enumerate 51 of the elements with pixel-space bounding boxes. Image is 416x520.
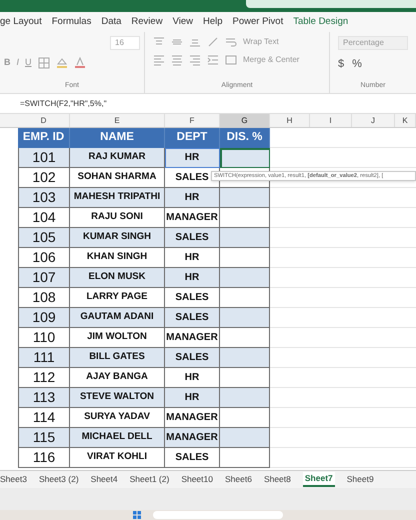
table-cell: 107 (18, 268, 70, 288)
table-cell: SALES (165, 308, 220, 328)
table-cell: LARRY PAGE (70, 288, 165, 308)
table-cell: MANAGER (165, 428, 220, 448)
table-cell: 111 (18, 348, 70, 368)
table-cell: SOHAN SHARMA (70, 168, 165, 188)
table-cell: HR (165, 368, 220, 388)
table-cell: JIM WOLTON (70, 328, 165, 348)
table-header: EMP. ID (18, 128, 70, 148)
table-cell: 114 (18, 408, 70, 428)
table-cell: 108 (18, 288, 70, 308)
table-cell: SALES (165, 348, 220, 368)
table-cell: 115 (18, 428, 70, 448)
table-header: NAME (70, 128, 165, 148)
table-cell: 105 (18, 228, 70, 248)
table-cell: 113 (18, 388, 70, 408)
table-cell: RAJU SONI (70, 208, 165, 228)
table-cell: HR (165, 148, 220, 168)
table-cell: MICHAEL DELL (70, 428, 165, 448)
table-cell: KUMAR SINGH (70, 228, 165, 248)
table-header: DIS. % (220, 128, 270, 148)
table-cell: HR (165, 248, 220, 268)
table-cell: 106 (18, 248, 70, 268)
table-cell: 101 (18, 148, 70, 168)
table-cell: 102 (18, 168, 70, 188)
table-cell: SALES (165, 288, 220, 308)
table-cell: HR (165, 268, 220, 288)
table-cell: MANAGER (165, 408, 220, 428)
table-cell: SALES (165, 228, 220, 248)
table-cell: 103 (18, 188, 70, 208)
table-cell: 110 (18, 328, 70, 348)
table-header: DEPT (165, 128, 220, 148)
table-cell: MANAGER (165, 328, 220, 348)
table-cell: KHAN SINGH (70, 248, 165, 268)
table-cell: RAJ KUMAR (70, 148, 165, 168)
table-cell: HR (165, 388, 220, 408)
table-cell: MAHESH TRIPATHI (70, 188, 165, 208)
table-cell: GAUTAM ADANI (70, 308, 165, 328)
table-cell: MANAGER (165, 208, 220, 228)
table-cell: 109 (18, 308, 70, 328)
table-cell: HR (165, 188, 220, 208)
table-cell: ELON MUSK (70, 268, 165, 288)
table-cell: SALES (165, 448, 220, 468)
table-cell: VIRAT KOHLI (70, 448, 165, 468)
table-cell: STEVE WALTON (70, 388, 165, 408)
table-cell: 116 (18, 448, 70, 468)
table-cell: BILL GATES (70, 348, 165, 368)
table-cell: AJAY BANGA (70, 368, 165, 388)
table-cell: SURYA YADAV (70, 408, 165, 428)
table-cell: 104 (18, 208, 70, 228)
table-cell: 112 (18, 368, 70, 388)
